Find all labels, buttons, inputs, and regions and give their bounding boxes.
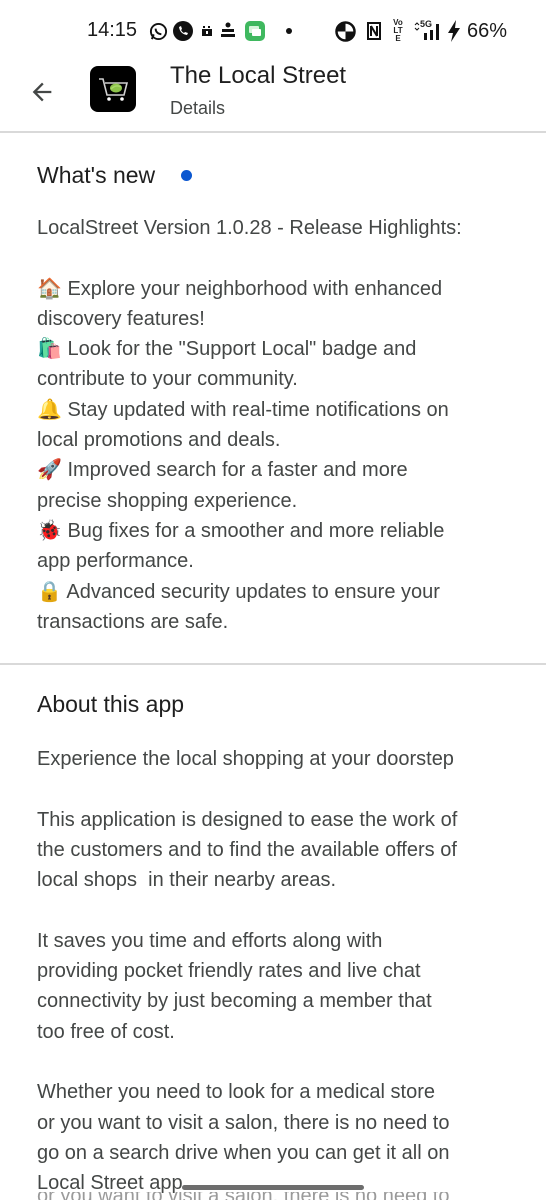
app-header: The Local Street Details (0, 62, 546, 132)
highlight-item: 🐞 Bug fixes for a smoother and more reli… (37, 519, 445, 573)
about-paragraph: This application is designed to ease the… (37, 808, 458, 892)
header-divider (0, 131, 546, 133)
arrow-back-icon (32, 82, 52, 102)
section-divider (0, 663, 546, 665)
about-tagline: Experience the local shopping at your do… (37, 748, 454, 770)
status-bar: 14:15 Vo LTE 5G 66% (0, 0, 546, 62)
highlight-item: 🔔 Stay updated with real-time notificati… (37, 398, 449, 452)
whatsapp-icon (148, 21, 168, 41)
data-saver-icon (334, 20, 356, 42)
bell-icon: 🔔 (37, 398, 62, 421)
status-time: 14:15 (87, 19, 138, 41)
highlight-item: 🔒 Advanced security updates to ensure yo… (37, 580, 440, 633)
release-intro: LocalStreet Version 1.0.28 - Release Hig… (37, 217, 462, 239)
more-notifications-dot-icon (284, 21, 294, 41)
game-app-icon (219, 21, 237, 41)
highlight-item: 🛍️ Look for the "Support Local" badge an… (37, 338, 417, 391)
back-button[interactable] (24, 74, 60, 110)
cut-off-text: or you want to visit a salon, there is n… (37, 1192, 449, 1200)
about-body: Experience the local shopping at your do… (37, 744, 517, 1198)
5g-signal-icon: 5G (414, 19, 444, 41)
app-icon[interactable] (90, 66, 136, 112)
highlight-item: 🚀 Improved search for a faster and more … (37, 459, 408, 512)
shopping-bags-icon: 🛍️ (37, 338, 62, 361)
phone-call-icon (173, 21, 193, 41)
highlight-item: 🏠 Explore your neighborhood with enhance… (37, 277, 443, 330)
whats-new-title: What's new (37, 162, 156, 188)
about-paragraph: It saves you time and efforts along with… (37, 929, 432, 1043)
about-paragraph: Whether you need to look for a medical s… (37, 1081, 450, 1195)
shopping-cart-icon (99, 78, 129, 101)
page-subtitle: Details (170, 98, 226, 118)
charging-icon (446, 20, 462, 42)
new-indicator-dot (181, 170, 192, 181)
whats-new-body: LocalStreet Version 1.0.28 - Release Hig… (37, 213, 517, 637)
ladybug-icon: 🐞 (37, 519, 62, 542)
volte-icon: Vo LTE (393, 18, 403, 43)
messages-icon (244, 21, 266, 41)
lock-icon: 🔒 (37, 580, 62, 603)
recorder-icon (200, 21, 214, 41)
gesture-nav-handle[interactable] (182, 1185, 364, 1190)
battery-percent: 66% (467, 20, 508, 42)
about-title: About this app (37, 691, 185, 717)
nfc-icon (366, 21, 382, 41)
rocket-icon: 🚀 (37, 459, 62, 482)
house-icon: 🏠 (37, 277, 62, 300)
app-title: The Local Street (170, 62, 347, 89)
